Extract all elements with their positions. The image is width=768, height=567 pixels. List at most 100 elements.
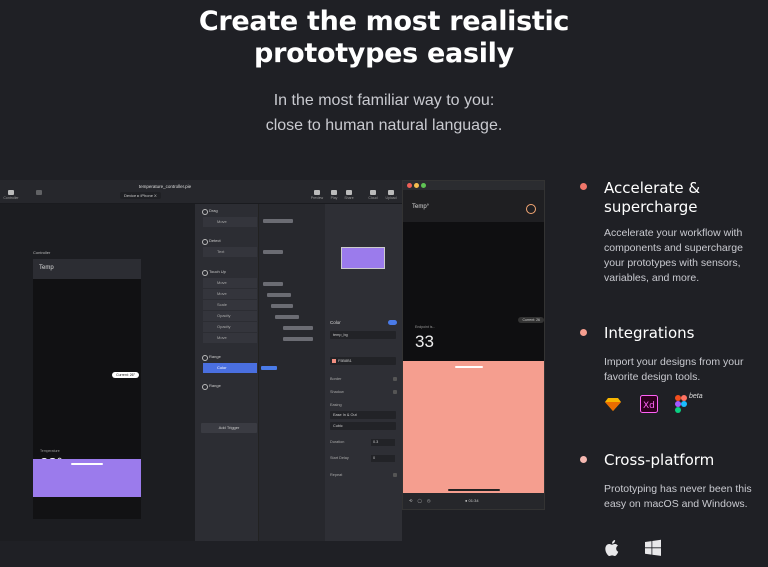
duration-input[interactable]: 0.3 [371,439,395,446]
feature-desc: Import your designs from your favorite d… [604,356,744,383]
trigger-response-row[interactable]: Opacity [203,322,257,332]
app-titlebar: Controller temperature_controller.pie De… [0,180,402,204]
trigger-title[interactable]: Touch Up [199,267,257,277]
preview-tooltip: Current: 26 [518,317,544,323]
trigger-response-row[interactable]: Move [203,278,257,288]
maximize-icon[interactable] [421,183,426,188]
repeat-checkbox[interactable] [393,473,397,477]
color-toggle[interactable] [388,320,397,325]
close-icon[interactable] [407,183,412,188]
trigger-range-2[interactable]: Range [199,381,257,391]
upload-toolbar-button[interactable]: Upload [382,190,400,200]
trigger-title[interactable]: Detect [199,236,257,246]
hero-title-line1: Create the most realistic [198,6,570,37]
apple-icon [605,540,619,556]
minimize-icon[interactable] [414,183,419,188]
timeline-bar[interactable] [275,315,299,319]
trigger-response-row[interactable]: Scale [203,300,257,310]
device-value: iPhone X [140,193,157,198]
easing-select[interactable]: Ease In & Out [330,411,396,419]
canvas-label: Controller [33,250,51,255]
timeline-bar-selected[interactable] [261,366,277,370]
trigger-drag[interactable]: Drag Move [199,206,257,227]
trigger-response-row[interactable]: Move [203,289,257,299]
layers-icon [36,190,42,195]
timeline-bar[interactable] [263,250,283,254]
feature-desc: Accelerate your workflow with components… [604,227,743,284]
windows-icon [645,539,661,556]
add-trigger-button[interactable]: Add Trigger [201,423,257,433]
trigger-response-row[interactable]: Move [203,217,257,227]
feature-title: Cross-platform [604,451,715,469]
preview-dark-area[interactable]: Current: 26 Endpoint is... 33 [403,222,544,361]
feature-bullet [580,329,587,336]
slider-handle[interactable] [455,366,483,368]
trigger-response-row[interactable]: Move [203,333,257,343]
upload-icon [388,190,394,195]
preview-timer: ● 01:34 [465,498,479,503]
controller-icon [8,190,14,195]
start-delay-label: Start Delay [330,456,349,460]
feature-bullet [580,456,587,463]
trigger-detect[interactable]: Detect Text [199,236,257,257]
canvas-dark-area[interactable]: Current: 26° Temperature 23° [33,279,141,472]
shadow-label: Shadow [330,390,344,394]
timeline-bar[interactable] [283,326,313,330]
slider-handle[interactable] [71,463,103,465]
device-selector[interactable]: Device ▸ iPhone X [120,192,161,199]
hex-color-input[interactable]: F5B8B1 [330,357,396,365]
border-checkbox[interactable] [393,377,397,381]
playback-controls[interactable]: ⟲ ◯ ◷ [409,498,433,503]
curve-select[interactable]: Cubic [330,422,396,430]
timeline-bar[interactable] [267,293,291,297]
controller-toolbar-button[interactable]: Controller [2,190,20,200]
trigger-title[interactable]: Drag [199,206,257,216]
trigger-range[interactable]: Range Color [199,352,257,373]
canvas-range-slider[interactable] [33,459,141,497]
shadow-checkbox[interactable] [393,390,397,394]
cloud-toolbar-button[interactable]: Cloud [364,190,382,200]
xd-icon: Xd [640,395,658,413]
hero-subtitle-line1: In the most familiar way to you: [273,92,495,109]
preview-time: 01:34 [468,498,479,503]
repeat-label: Repeat [330,473,343,477]
timeline-bar[interactable] [263,219,293,223]
timeline-bar[interactable] [263,282,283,286]
trigger-title[interactable]: Range [199,381,257,391]
timeline-pane [259,204,325,541]
status-ring-icon [526,204,536,214]
sketch-icon [605,398,621,411]
beta-label: beta [689,393,703,400]
duration-label: Duration [330,440,345,444]
preview-footer: ⟲ ◯ ◷ ● 01:34 [403,493,544,509]
share-toolbar-button[interactable]: Share [340,190,358,200]
canvas-phone[interactable]: Temp Current: 26° Temperature 23° [33,259,141,519]
feature-desc: Prototyping has never been this easy on … [604,483,752,510]
start-delay-input[interactable]: 0 [371,455,395,462]
layer-preview-thumbnail [341,247,385,269]
feature-bullet [580,183,587,190]
figma-icon [675,395,687,413]
timeline-bar[interactable] [271,304,293,308]
preview-range-slider[interactable] [403,361,544,495]
preview-value: 33 [415,332,434,351]
trigger-response-row[interactable]: Text [203,247,257,257]
trigger-response-row-selected[interactable]: Color [203,363,257,373]
layer-select[interactable]: temp_bg [330,331,396,339]
svg-text:Xd: Xd [643,401,655,411]
trigger-response-row[interactable]: Opacity [203,311,257,321]
timeline-bar[interactable] [283,337,313,341]
properties-pane: Color temp_bg F5B8B1 Border Shadow Easin… [325,204,402,541]
feature-title-line2: supercharge [604,198,698,216]
preview-toolbar-button[interactable]: Preview [308,190,326,200]
share-icon [346,190,352,195]
preview-icon [314,190,320,195]
hero-subtitle: In the most familiar way to you: close t… [0,88,768,138]
document-title: temperature_controller.pie [138,184,192,189]
canvas-header[interactable]: Temp [33,259,141,279]
trigger-touch-up[interactable]: Touch Up Move Move Scale Opacity Opacity… [199,267,257,343]
play-icon [331,190,337,195]
layers-toolbar-button[interactable] [30,190,48,196]
trigger-title[interactable]: Range [199,352,257,362]
share-label: Share [344,196,354,200]
